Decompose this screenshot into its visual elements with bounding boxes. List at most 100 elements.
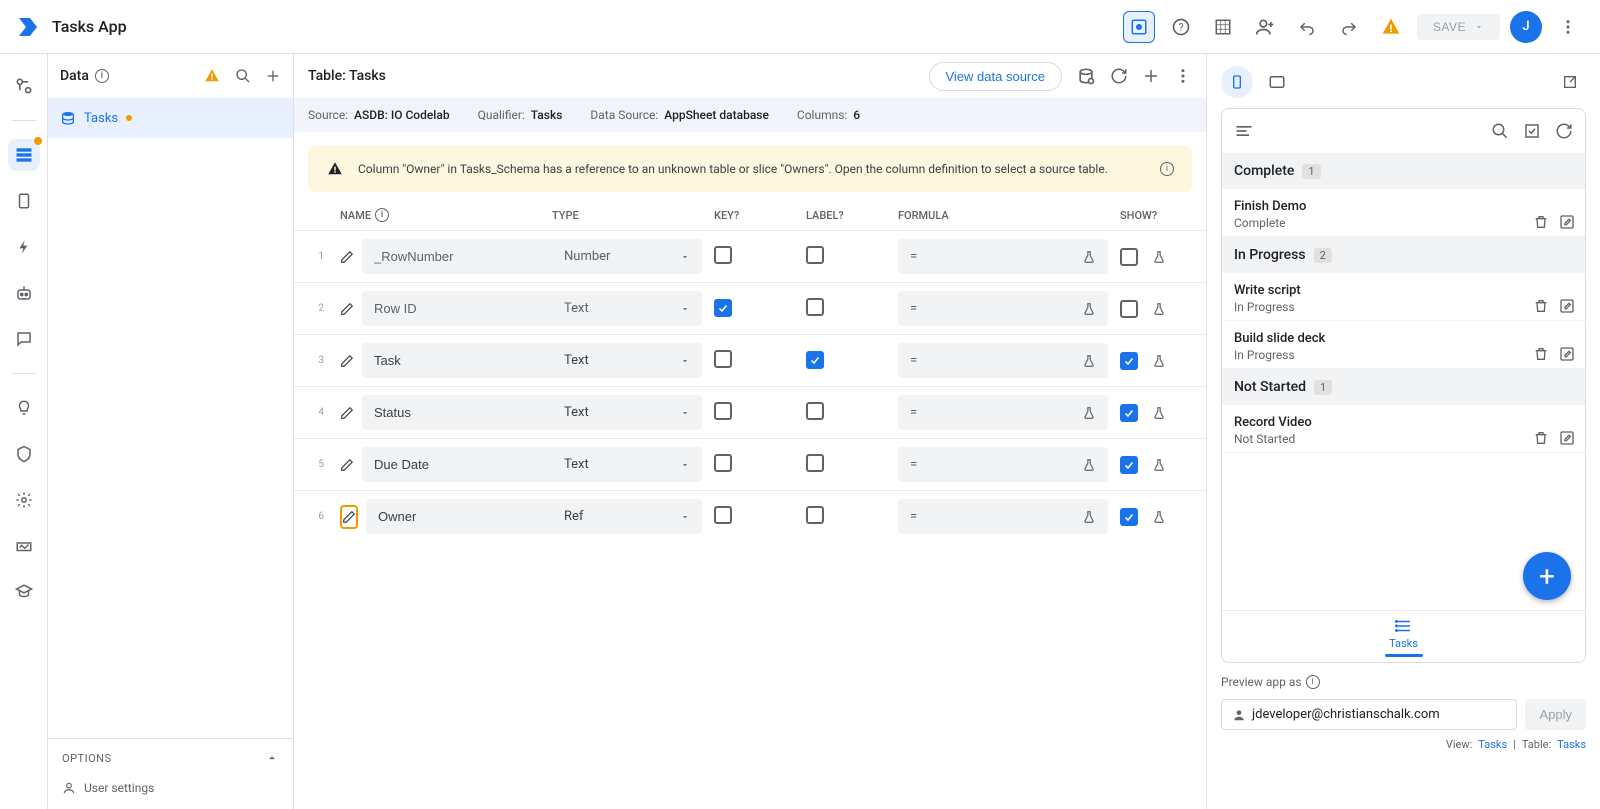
- preview-user-select[interactable]: jdeveloper@christianschalk.com: [1221, 699, 1517, 730]
- checkbox[interactable]: [714, 402, 732, 420]
- more-icon[interactable]: [1552, 11, 1584, 43]
- info-icon[interactable]: i: [1160, 162, 1174, 176]
- group-header[interactable]: In Progress2: [1222, 237, 1585, 273]
- checkbox[interactable]: [806, 402, 824, 420]
- column-type-select[interactable]: Ref: [552, 499, 702, 534]
- checkbox[interactable]: [714, 246, 732, 264]
- warning-icon[interactable]: [203, 67, 221, 85]
- checkbox[interactable]: [1120, 404, 1138, 422]
- checkbox[interactable]: [714, 299, 732, 317]
- column-name-input[interactable]: [362, 291, 562, 326]
- edit-column-icon[interactable]: [340, 297, 354, 321]
- edit-icon[interactable]: [1559, 430, 1575, 446]
- column-name-input[interactable]: [362, 395, 562, 430]
- add-icon[interactable]: [1142, 67, 1160, 85]
- formula-input[interactable]: =: [898, 395, 1108, 430]
- rail-actions-icon[interactable]: [8, 231, 40, 263]
- grid-icon[interactable]: [1207, 11, 1239, 43]
- column-name-input[interactable]: [366, 499, 566, 534]
- edit-column-icon[interactable]: [340, 245, 354, 269]
- edit-icon[interactable]: [1559, 214, 1575, 230]
- add-icon[interactable]: [265, 68, 281, 84]
- menu-icon[interactable]: [1234, 121, 1254, 141]
- apply-button[interactable]: Apply: [1525, 699, 1586, 730]
- flask-icon[interactable]: [1152, 406, 1166, 420]
- open-preview-icon[interactable]: [1554, 66, 1586, 98]
- mobile-preview-icon[interactable]: [1221, 66, 1253, 98]
- column-name-input[interactable]: [362, 239, 562, 274]
- refresh-icon[interactable]: [1110, 67, 1128, 85]
- rail-data-icon[interactable]: [8, 139, 40, 171]
- info-icon[interactable]: i: [95, 69, 109, 83]
- column-type-select[interactable]: Text: [552, 343, 702, 378]
- user-avatar[interactable]: J: [1510, 11, 1542, 43]
- edit-column-icon[interactable]: [340, 505, 358, 529]
- group-header[interactable]: Complete1: [1222, 153, 1585, 189]
- task-item[interactable]: Build slide deckIn Progress: [1222, 321, 1585, 369]
- column-type-select[interactable]: Text: [552, 447, 702, 482]
- preview-view-link[interactable]: Tasks: [1478, 738, 1507, 751]
- delete-icon[interactable]: [1533, 214, 1549, 230]
- checkbox[interactable]: [1120, 508, 1138, 526]
- flask-icon[interactable]: [1152, 458, 1166, 472]
- formula-input[interactable]: =: [898, 343, 1108, 378]
- checkbox[interactable]: [1120, 456, 1138, 474]
- redo-icon[interactable]: [1333, 11, 1365, 43]
- deploy-check-icon[interactable]: [1123, 11, 1155, 43]
- checkbox[interactable]: [1120, 300, 1138, 318]
- edit-icon[interactable]: [1559, 298, 1575, 314]
- edit-column-icon[interactable]: [340, 349, 354, 373]
- tablet-preview-icon[interactable]: [1261, 66, 1293, 98]
- formula-input[interactable]: =: [898, 291, 1108, 326]
- flask-icon[interactable]: [1152, 510, 1166, 524]
- edit-icon[interactable]: [1559, 346, 1575, 362]
- formula-input[interactable]: =: [898, 499, 1108, 534]
- preview-table-link[interactable]: Tasks: [1557, 738, 1586, 751]
- edit-column-icon[interactable]: [340, 401, 354, 425]
- rail-security-icon[interactable]: [8, 438, 40, 470]
- flask-icon[interactable]: [1152, 302, 1166, 316]
- delete-icon[interactable]: [1533, 298, 1549, 314]
- fab-add-button[interactable]: +: [1523, 552, 1571, 600]
- search-icon[interactable]: [235, 68, 251, 84]
- rail-intelligence-icon[interactable]: [8, 392, 40, 424]
- user-settings-item[interactable]: User settings: [48, 777, 293, 809]
- checkbox[interactable]: [714, 454, 732, 472]
- checkbox[interactable]: [806, 454, 824, 472]
- checkbox[interactable]: [806, 246, 824, 264]
- rail-bot-icon[interactable]: [8, 277, 40, 309]
- flask-icon[interactable]: [1152, 250, 1166, 264]
- column-type-select[interactable]: Number: [552, 239, 702, 274]
- rail-learn-icon[interactable]: [8, 576, 40, 608]
- warning-icon[interactable]: [1375, 11, 1407, 43]
- info-icon[interactable]: i: [1306, 675, 1320, 689]
- add-user-icon[interactable]: [1249, 11, 1281, 43]
- checkbox[interactable]: [1120, 248, 1138, 266]
- info-icon[interactable]: i: [375, 208, 389, 222]
- select-icon[interactable]: [1523, 122, 1541, 140]
- column-name-input[interactable]: [362, 447, 562, 482]
- rail-views-icon[interactable]: [8, 185, 40, 217]
- checkbox[interactable]: [1120, 352, 1138, 370]
- rail-manage-icon[interactable]: [8, 530, 40, 562]
- column-type-select[interactable]: Text: [552, 395, 702, 430]
- search-icon[interactable]: [1491, 122, 1509, 140]
- data-item-tasks[interactable]: Tasks: [48, 98, 293, 138]
- help-icon[interactable]: ?: [1165, 11, 1197, 43]
- checkbox[interactable]: [806, 506, 824, 524]
- rail-chat-icon[interactable]: [8, 323, 40, 355]
- regenerate-icon[interactable]: [1076, 66, 1096, 86]
- checkbox[interactable]: [714, 506, 732, 524]
- task-item[interactable]: Record VideoNot Started: [1222, 405, 1585, 453]
- view-data-source-button[interactable]: View data source: [929, 62, 1063, 91]
- task-item[interactable]: Finish DemoComplete: [1222, 189, 1585, 237]
- options-toggle[interactable]: OPTIONS: [48, 738, 293, 777]
- rail-home-icon[interactable]: [8, 70, 40, 102]
- formula-input[interactable]: =: [898, 447, 1108, 482]
- checkbox[interactable]: [714, 350, 732, 368]
- undo-icon[interactable]: [1291, 11, 1323, 43]
- formula-input[interactable]: =: [898, 239, 1108, 274]
- delete-icon[interactable]: [1533, 346, 1549, 362]
- edit-column-icon[interactable]: [340, 453, 354, 477]
- more-icon[interactable]: [1174, 67, 1192, 85]
